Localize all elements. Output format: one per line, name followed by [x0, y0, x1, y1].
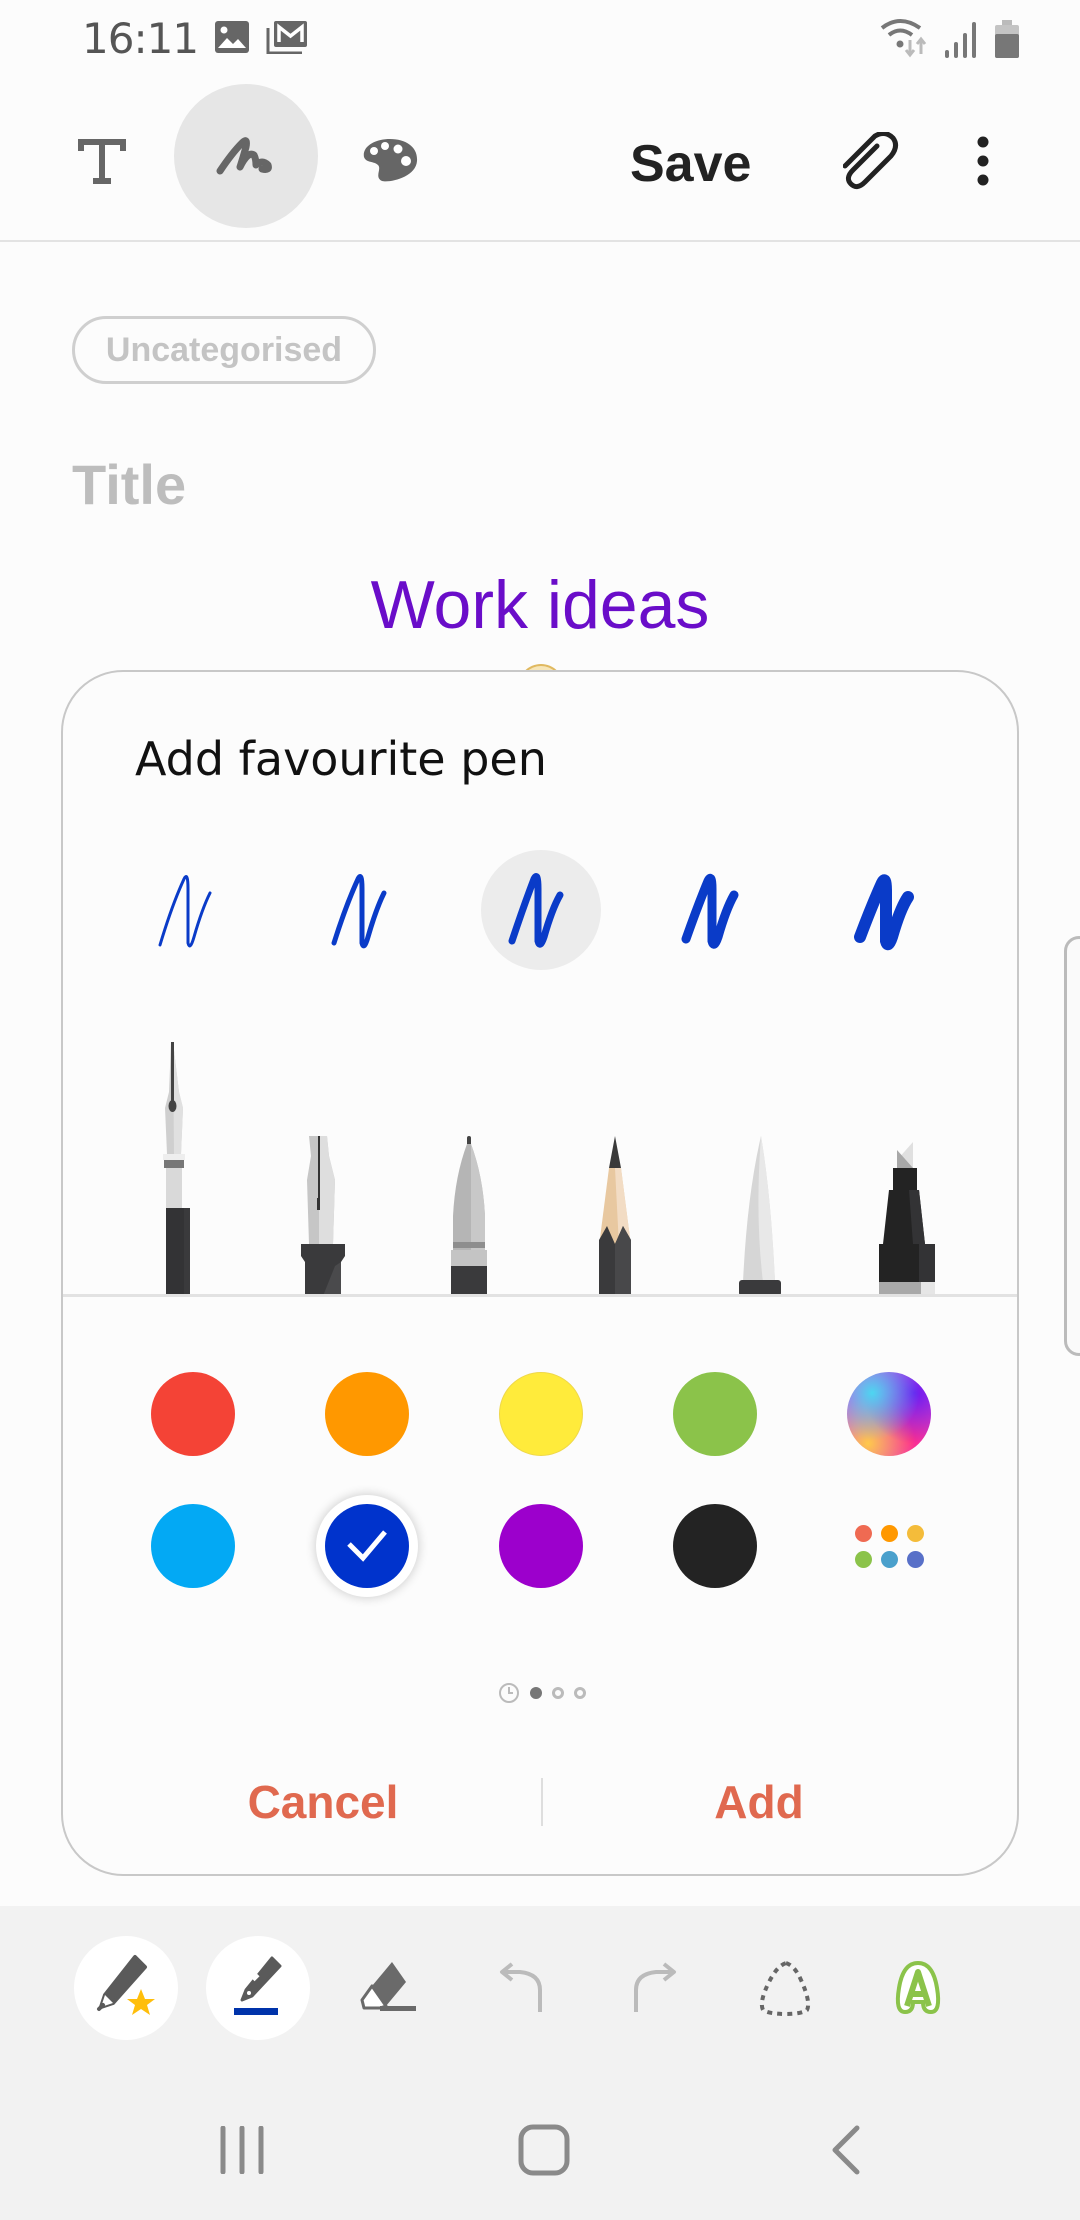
color-swatch-purple[interactable] — [499, 1504, 583, 1588]
side-panel-handle[interactable] — [1064, 936, 1080, 1356]
battery-icon — [995, 20, 1019, 58]
text-mode-icon — [78, 139, 126, 184]
gmail-icon — [266, 21, 307, 54]
calligraphy-pen-icon[interactable] — [297, 1136, 349, 1296]
background-palette-button[interactable] — [348, 118, 432, 202]
attach-button[interactable] — [826, 116, 916, 206]
color-swatch-custom-spectrum[interactable] — [847, 1372, 931, 1456]
pen-type-selector — [63, 1042, 1017, 1296]
thickness-selector — [63, 850, 1017, 980]
pen-settings-icon — [234, 1956, 282, 2015]
eraser-icon — [360, 1962, 416, 2011]
more-options-button[interactable] — [958, 116, 1008, 206]
dialog-actions: Cancel Add — [63, 1752, 1017, 1852]
home-button[interactable] — [494, 2100, 594, 2200]
color-swatch-red[interactable] — [151, 1372, 235, 1456]
divider — [541, 1778, 543, 1826]
handwriting-mode-button[interactable] — [174, 84, 318, 228]
pen-toolbar — [0, 1906, 1080, 2076]
marker-icon[interactable] — [871, 1136, 943, 1296]
color-swatch-black[interactable] — [673, 1504, 757, 1588]
gallery-icon — [215, 21, 249, 53]
thickness-option-5[interactable] — [829, 850, 949, 970]
color-swatch-green[interactable] — [673, 1372, 757, 1456]
dot — [880, 1550, 898, 1568]
brush-pen-icon[interactable] — [443, 1136, 495, 1296]
title-input[interactable]: Title — [72, 452, 186, 517]
eraser-button[interactable] — [338, 1936, 442, 2040]
note-toolbar: Save — [0, 72, 1080, 242]
page-dot-2[interactable] — [552, 1687, 564, 1699]
dot — [906, 1550, 924, 1568]
thickness-option-3[interactable] — [481, 850, 601, 970]
favourite-pens-button[interactable] — [74, 1936, 178, 2040]
wifi-icon — [880, 19, 927, 58]
dot — [854, 1550, 872, 1568]
palette-icon — [363, 139, 418, 182]
add-button[interactable]: Add — [549, 1752, 969, 1852]
favourite-pens-icon — [97, 1955, 155, 2015]
stroke-sample-icon — [331, 874, 387, 949]
divider — [63, 1294, 1017, 1297]
dot — [854, 1524, 872, 1542]
thickness-option-4[interactable] — [655, 850, 775, 970]
cancel-button[interactable]: Cancel — [113, 1752, 533, 1852]
pen-settings-button[interactable] — [206, 1936, 310, 2040]
calligraphy-brush-icon[interactable] — [733, 1136, 789, 1296]
thickness-option-1[interactable] — [131, 850, 251, 970]
category-chip[interactable]: Uncategorised — [72, 316, 376, 384]
signal-icon — [945, 22, 976, 58]
undo-button[interactable] — [470, 1936, 574, 2040]
text-recognition-icon — [895, 1960, 941, 2015]
stroke-sample-icon — [854, 874, 914, 951]
status-right-icons — [880, 18, 1020, 58]
handwritten-text: Work ideas — [370, 567, 710, 643]
back-icon — [832, 2125, 860, 2175]
stroke-sample-icon — [158, 875, 212, 948]
navigation-bar — [0, 2076, 1080, 2220]
color-swatch-light-blue[interactable] — [151, 1504, 235, 1588]
redo-button[interactable] — [602, 1936, 706, 2040]
save-button[interactable]: Save — [630, 124, 751, 204]
page-dot-3[interactable] — [574, 1687, 586, 1699]
color-swatch-blue[interactable] — [325, 1504, 409, 1588]
thickness-option-2[interactable] — [305, 850, 425, 970]
undo-icon — [500, 1962, 542, 2012]
paperclip-icon — [843, 132, 899, 190]
dot — [906, 1524, 924, 1542]
text-recognition-button[interactable] — [866, 1936, 970, 2040]
dialog-title: Add favourite pen — [135, 732, 547, 786]
stroke-sample-icon — [681, 873, 739, 949]
recent-apps-icon — [220, 2126, 264, 2174]
checkmark-icon — [347, 1530, 387, 1562]
selection-lasso-icon — [759, 1960, 811, 2016]
fountain-pen-icon[interactable] — [151, 1042, 197, 1296]
back-button[interactable] — [796, 2100, 896, 2200]
pencil-icon[interactable] — [589, 1136, 641, 1296]
add-favourite-pen-dialog: Add favourite pen Cancel Add — [61, 670, 1019, 1876]
dot — [880, 1524, 898, 1542]
selection-button[interactable] — [734, 1936, 838, 2040]
status-time: 16:11 — [82, 14, 199, 63]
stroke-sample-icon — [508, 873, 564, 948]
text-mode-button[interactable] — [62, 122, 142, 202]
handwriting-mode-icon — [216, 137, 272, 175]
color-swatch-orange[interactable] — [325, 1372, 409, 1456]
page-dot-1[interactable] — [530, 1687, 542, 1699]
redo-icon — [634, 1962, 676, 2012]
status-bar: 16:11 — [0, 0, 1080, 72]
color-swatch-yellow[interactable] — [499, 1372, 583, 1456]
home-icon — [518, 2124, 570, 2176]
recent-apps-button[interactable] — [192, 2100, 292, 2200]
palette-page-indicator — [63, 1678, 1017, 1708]
more-vertical-icon — [977, 136, 989, 186]
recent-colors-clock-icon[interactable] — [498, 1682, 520, 1704]
more-colors-button[interactable] — [847, 1504, 931, 1588]
